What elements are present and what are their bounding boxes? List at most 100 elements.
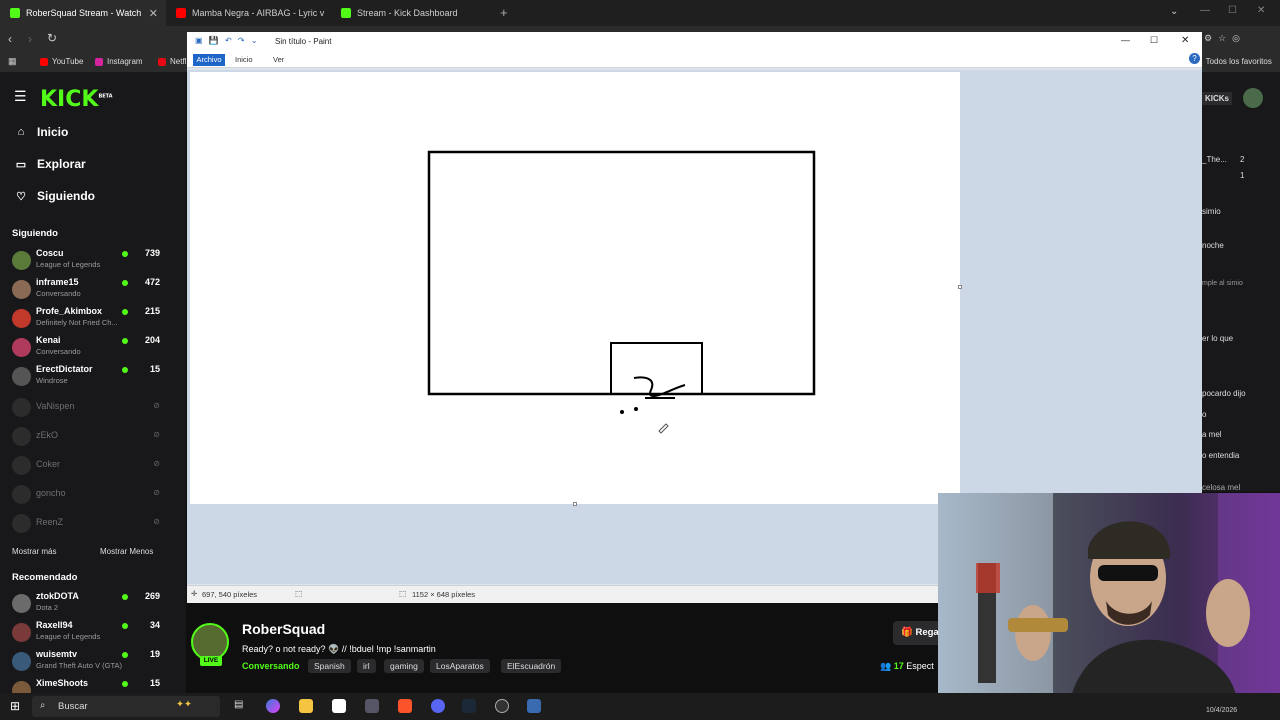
- cursor-position: 697, 540 píxeles: [202, 590, 258, 599]
- resize-handle[interactable]: [573, 502, 577, 506]
- tag[interactable]: ElEscuadrón: [501, 659, 562, 673]
- search-icon: ⌕: [40, 700, 46, 711]
- quick-access-icons[interactable]: ▣ 💾 ↶ ↷ ⌄: [195, 36, 260, 45]
- forward-icon[interactable]: ›: [28, 32, 32, 46]
- menu-archivo[interactable]: Archivo: [193, 54, 225, 66]
- obs-icon[interactable]: [495, 699, 509, 713]
- home-icon: ⌂: [17, 126, 25, 138]
- bookmark-instagram[interactable]: Instagram: [95, 57, 143, 66]
- tab-kick-stream[interactable]: RoberSquad Stream - Watch ✕: [0, 0, 166, 26]
- show-more-button[interactable]: Mostrar más: [12, 547, 56, 556]
- youtube-favicon-icon: [176, 8, 186, 18]
- live-badge: LIVE: [200, 656, 222, 666]
- pencil-cursor-icon: [658, 423, 669, 434]
- copilot-icon[interactable]: [266, 699, 280, 713]
- tag[interactable]: gaming: [384, 659, 424, 673]
- selection-icon: ⬚: [295, 589, 303, 598]
- show-less-button[interactable]: Mostrar Menos: [100, 547, 153, 556]
- bookmark-youtube[interactable]: YouTube: [40, 57, 83, 66]
- avatar: [12, 338, 31, 357]
- back-icon[interactable]: ‹: [8, 32, 12, 46]
- new-tab-button[interactable]: +: [500, 5, 508, 20]
- channel-item-offline[interactable]: ReenZ ⊘: [12, 511, 180, 537]
- close-icon[interactable]: ✕: [1181, 35, 1189, 46]
- avatar: [12, 309, 31, 328]
- channel-item[interactable]: inframe15 Conversando 472: [12, 277, 180, 303]
- spectator-count: 👥 17 Espect: [880, 661, 934, 671]
- steam-icon[interactable]: [462, 699, 476, 713]
- offline-icon: ⊘: [153, 430, 160, 439]
- close-icon[interactable]: ✕: [149, 7, 158, 20]
- channel-item-offline[interactable]: Coker ⊘: [12, 453, 180, 479]
- avatar: [12, 623, 31, 642]
- stream-category[interactable]: Conversando: [242, 661, 300, 671]
- channel-item[interactable]: Coscu League of Legends 739: [12, 248, 180, 274]
- app-icon[interactable]: [365, 699, 379, 713]
- netflix-icon: [158, 57, 166, 66]
- live-dot-icon: [122, 594, 128, 600]
- brave-icon[interactable]: [398, 699, 412, 713]
- canvas-size-icon: ⬚: [399, 589, 407, 598]
- taskbar: ⊞ ⌕ Buscar ✦✦ ▤ 10/4/2026: [0, 693, 1280, 720]
- channel-item[interactable]: Raxell94 League of Legends 34: [12, 620, 180, 646]
- minimize-icon[interactable]: —: [1121, 35, 1130, 45]
- resize-handle[interactable]: [958, 285, 962, 289]
- browser-toolbar-icons[interactable]: ⚙☆◎: [1204, 33, 1274, 44]
- file-explorer-icon[interactable]: [299, 699, 313, 713]
- channel-item-offline[interactable]: zEkO ⊘: [12, 424, 180, 450]
- close-window-icon[interactable]: ✕: [1257, 5, 1265, 16]
- hamburger-menu-icon[interactable]: ☰: [14, 88, 27, 105]
- channel-item-offline[interactable]: VaNispen ⊘: [12, 395, 180, 421]
- store-icon[interactable]: [332, 699, 346, 713]
- live-dot-icon: [122, 338, 128, 344]
- maximize-icon[interactable]: ☐: [1228, 5, 1237, 16]
- minimize-icon[interactable]: —: [1200, 5, 1210, 16]
- all-favorites[interactable]: ▭Todos los favoritos: [1195, 57, 1272, 66]
- browser-tab-bar: RoberSquad Stream - Watch ✕ Mamba Negra …: [0, 0, 1280, 26]
- heart-icon: ♡: [16, 190, 26, 203]
- apps-grid-icon[interactable]: ▦: [8, 56, 17, 67]
- avatar: [12, 514, 31, 533]
- chat-fragment: pocardo dijo: [1202, 389, 1246, 398]
- chevron-down-icon[interactable]: ⌄: [1170, 6, 1178, 17]
- channel-item-offline[interactable]: goncho ⊘: [12, 482, 180, 508]
- drawn-dot: [634, 407, 638, 411]
- drawn-dot: [620, 410, 624, 414]
- tab-youtube[interactable]: Mamba Negra - AIRBAG - Lyric v: [166, 0, 331, 26]
- nav-siguiendo[interactable]: ♡ Siguiendo: [14, 189, 95, 203]
- menu-inicio[interactable]: Inicio: [235, 55, 253, 64]
- chat-fragment[interactable]: KICKs: [1202, 92, 1233, 105]
- tag[interactable]: LosAparatos: [430, 659, 490, 673]
- channel-item[interactable]: ztokDOTA Dota 2 269: [12, 591, 180, 617]
- bookmark-netflix[interactable]: Netfl: [158, 57, 186, 66]
- discord-icon[interactable]: [431, 699, 445, 713]
- recommended-title: Recomendado: [12, 572, 78, 583]
- webcam-overlay: [938, 493, 1280, 711]
- windows-start-icon[interactable]: ⊞: [10, 699, 20, 713]
- maximize-icon[interactable]: ☐: [1150, 35, 1158, 46]
- channel-item[interactable]: wuisemtv Grand Theft Auto V (GTA) 19: [12, 649, 180, 675]
- drawn-small-rectangle: [610, 342, 703, 395]
- channel-item[interactable]: Kenai Conversando 204: [12, 335, 180, 361]
- offline-icon: ⊘: [153, 401, 160, 410]
- kick-logo[interactable]: KICKBETA: [40, 87, 113, 112]
- tab-kick-dashboard[interactable]: Stream - Kick Dashboard: [331, 0, 496, 26]
- users-icon: 👥: [880, 661, 894, 671]
- paint-icon[interactable]: [527, 699, 541, 713]
- streamer-name[interactable]: RoberSquad: [242, 621, 325, 637]
- channel-item[interactable]: ErectDictator Windrose 15: [12, 364, 180, 390]
- channel-item[interactable]: Profe_Akimbox Definitely Not Fried Ch... 2…: [12, 306, 180, 332]
- avatar[interactable]: [1243, 88, 1263, 108]
- nav-inicio[interactable]: ⌂ Inicio: [14, 125, 69, 139]
- tab-title: RoberSquad Stream - Watch: [26, 8, 142, 18]
- tag[interactable]: irl: [357, 659, 376, 673]
- taskbar-search[interactable]: ⌕ Buscar ✦✦: [32, 696, 220, 717]
- drawing-canvas[interactable]: [190, 72, 960, 504]
- task-view-icon[interactable]: ▤: [234, 699, 248, 713]
- help-icon[interactable]: ?: [1189, 53, 1200, 64]
- reload-icon[interactable]: ↻: [47, 31, 57, 45]
- tag[interactable]: Spanish: [308, 659, 351, 673]
- menu-ver[interactable]: Ver: [273, 55, 284, 64]
- nav-explorar[interactable]: ▭ Explorar: [14, 157, 86, 171]
- avatar: [12, 251, 31, 270]
